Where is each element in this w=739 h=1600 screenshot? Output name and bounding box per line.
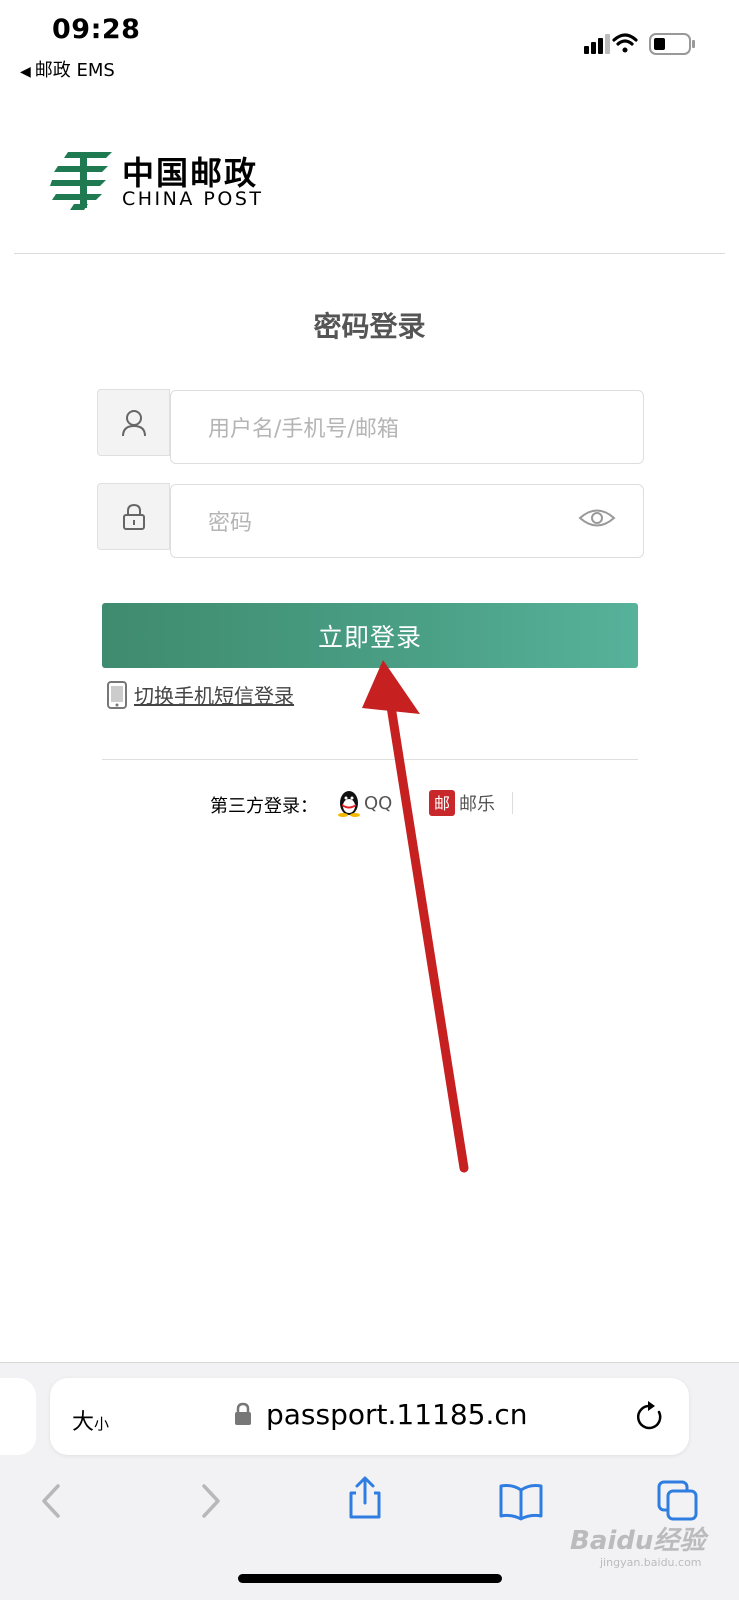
url-lock-icon [235,1402,251,1425]
home-indicator [238,1574,502,1583]
sms-login-switch[interactable]: 切换手机短信登录 [106,680,294,709]
phone-icon [107,680,127,709]
sms-switch-label: 切换手机短信登录 [134,684,294,708]
baidu-watermark: Baidu经验 [570,1526,706,1556]
username-icon-box [97,389,170,456]
password-placeholder: 密码 [208,511,253,536]
text-size-big: 大 [72,1410,95,1435]
header-divider [14,253,725,254]
wifi-icon [612,33,638,53]
baidu-watermark-url: jingyan.baidu.com [600,1556,702,1569]
username-input[interactable]: 用户名/手机号/邮箱 [170,390,644,464]
text-size-small: 小 [94,1415,110,1433]
previous-tab-stub[interactable] [0,1378,36,1455]
signal-icon [584,34,610,54]
password-input[interactable]: 密码 [170,484,644,558]
eye-icon[interactable] [578,505,616,531]
username-placeholder: 用户名/手机号/邮箱 [208,417,399,442]
lock-icon [122,503,145,530]
logo-english-text: CHINA POST [122,188,264,210]
reload-icon[interactable] [635,1400,665,1432]
status-icons [584,33,695,55]
third-party-separator [512,792,513,814]
login-title: 密码登录 [313,310,426,343]
share-icon[interactable] [342,1475,388,1521]
back-triangle-icon: ◀ [20,64,31,80]
tabs-icon[interactable] [655,1478,701,1524]
url-text[interactable]: passport.11185.cn [266,1398,528,1431]
book-icon[interactable] [498,1478,544,1524]
battery-icon [649,33,695,55]
login-button[interactable]: 立即登录 [102,603,638,668]
annotation-arrow-icon [362,660,469,1173]
back-app-label: 邮政 EMS [34,60,115,81]
user-icon [121,409,146,436]
forward-arrow-icon[interactable] [188,1478,234,1524]
text-size-button[interactable]: 大小 [72,1404,109,1436]
back-to-app-link[interactable]: ◀ 邮政 EMS [20,56,115,82]
third-party-label: 第三方登录： [210,796,318,817]
back-arrow-icon[interactable] [30,1478,76,1524]
status-time: 09:28 [52,14,141,45]
password-icon-box [97,483,170,550]
